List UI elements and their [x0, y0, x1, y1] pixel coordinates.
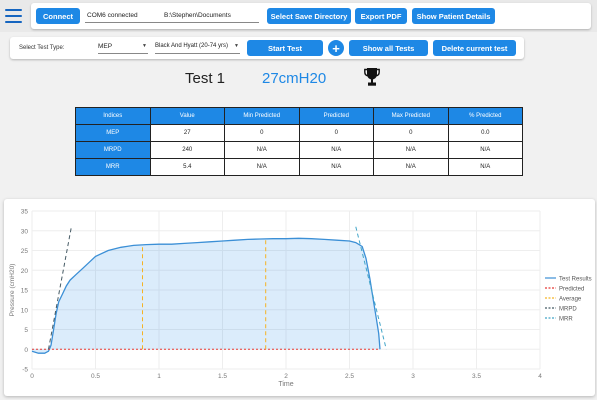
- y-tick-label: 25: [21, 248, 29, 255]
- add-test-button[interactable]: +: [328, 40, 344, 56]
- y-tick-label: 5: [24, 327, 28, 334]
- table-row: MRPD 240 N/A N/A N/A N/A: [75, 141, 523, 159]
- plus-icon: +: [332, 40, 340, 56]
- y-tick-label: 30: [21, 228, 29, 235]
- table-header-row: Indices Value Min Predicted Predicted Ma…: [75, 107, 523, 125]
- table-cell: N/A: [373, 141, 449, 159]
- test-type-value: MEP: [98, 43, 113, 50]
- row-label: MRR: [75, 158, 151, 176]
- reference-value: Black And Hyatt (20-74 yrs): [155, 43, 229, 49]
- x-tick-label: 3.5: [472, 373, 481, 380]
- x-tick-label: 3: [411, 373, 415, 380]
- y-tick-label: 35: [21, 209, 29, 216]
- x-tick-label: 1.5: [218, 373, 227, 380]
- table-cell: N/A: [447, 141, 523, 159]
- legend-label: MRPD: [559, 306, 577, 312]
- y-tick-label: 10: [21, 307, 29, 314]
- row-label: MEP: [75, 124, 151, 142]
- table-cell: N/A: [298, 158, 374, 176]
- table-cell: 27: [149, 124, 225, 142]
- y-tick-label: 20: [21, 268, 29, 275]
- column-header: Value: [149, 107, 225, 125]
- show-patient-details-button[interactable]: Show Patient Details: [412, 8, 495, 24]
- start-test-button[interactable]: Start Test: [247, 40, 323, 56]
- table-cell: 0.0: [447, 124, 523, 142]
- x-tick-label: 0.5: [91, 373, 100, 380]
- chart-area-fill: [32, 238, 380, 354]
- series-area: [32, 238, 380, 354]
- test-title: Test 1: [185, 70, 226, 87]
- select-directory-button[interactable]: Select Save Directory: [267, 8, 351, 24]
- x-tick-label: 4: [538, 373, 542, 380]
- menu-icon[interactable]: [5, 9, 22, 23]
- table-cell: N/A: [224, 141, 300, 159]
- y-tick-label: 0: [24, 347, 28, 354]
- x-tick-label: 1: [157, 373, 161, 380]
- legend-label: Predicted: [559, 286, 584, 292]
- pressure-chart[interactable]: -5051015202530350 0.5 1 1.5 2 2.5 3 3.5 4 Time P…: [4, 199, 595, 396]
- chevron-down-icon: ▼: [234, 43, 239, 49]
- chart-legend: Test Results Predicted Average MRPD MRR: [545, 276, 592, 322]
- column-header: Min Predicted: [224, 107, 300, 125]
- table-cell: 240: [149, 141, 225, 159]
- x-axis-label: Time: [278, 381, 293, 388]
- table-cell: N/A: [447, 158, 523, 176]
- table-row: MRR 5.4 N/A N/A N/A N/A: [75, 158, 523, 176]
- test-type-select[interactable]: MEP ▼: [98, 43, 148, 54]
- table-row: MEP 27 0 0 0 0.0: [75, 124, 523, 142]
- x-tick-label: 2: [284, 373, 288, 380]
- export-pdf-button[interactable]: Export PDF: [355, 8, 407, 24]
- row-label: MRPD: [75, 141, 151, 159]
- delete-test-button[interactable]: Delete current test: [433, 40, 516, 56]
- connect-button[interactable]: Connect: [36, 8, 80, 24]
- show-all-tests-button[interactable]: Show all Tests: [349, 40, 428, 56]
- connection-panel: Connect COM6 connected B:\Stephen\Docume…: [31, 3, 591, 29]
- directory-field[interactable]: B:\Stephen\Documents: [162, 10, 259, 23]
- column-header: Max Predicted: [373, 107, 449, 125]
- x-tick-label: 2.5: [345, 373, 354, 380]
- reference-select[interactable]: Black And Hyatt (20-74 yrs) ▼: [155, 43, 240, 54]
- results-table: Indices Value Min Predicted Predicted Ma…: [75, 107, 523, 176]
- table-cell: N/A: [224, 158, 300, 176]
- chart-panel: -5 0 5 10 15 20 25 30 35 0 0.5 1 1.5 2 2.5 3 3.5 4 Time P…: [4, 199, 595, 396]
- table-cell: 0: [373, 124, 449, 142]
- column-header: % Predicted: [447, 107, 523, 125]
- column-header: Indices: [75, 107, 151, 125]
- test-controls-panel: Select Test Type: MEP ▼ Black And Hyatt …: [10, 37, 524, 59]
- test-type-label: Select Test Type:: [19, 45, 65, 51]
- table-cell: 0: [224, 124, 300, 142]
- y-tick-label: 15: [21, 288, 29, 295]
- table-cell: 5.4: [149, 158, 225, 176]
- column-header: Predicted: [298, 107, 374, 125]
- table-cell: N/A: [298, 141, 374, 159]
- legend-label: MRR: [559, 316, 573, 322]
- x-tick-label: 0: [30, 373, 34, 380]
- test-result-value: 27cmH20: [262, 70, 327, 87]
- table-cell: 0: [298, 124, 374, 142]
- legend-label: Test Results: [559, 276, 592, 282]
- chevron-down-icon: ▼: [142, 43, 147, 49]
- legend-label: Average: [559, 296, 582, 302]
- trophy-icon: [364, 68, 380, 86]
- y-tick-label: -5: [22, 367, 28, 374]
- table-cell: N/A: [373, 158, 449, 176]
- top-toolbar: Connect COM6 connected B:\Stephen\Docume…: [0, 0, 597, 32]
- y-axis-label: Pressure (cmH20): [9, 264, 16, 317]
